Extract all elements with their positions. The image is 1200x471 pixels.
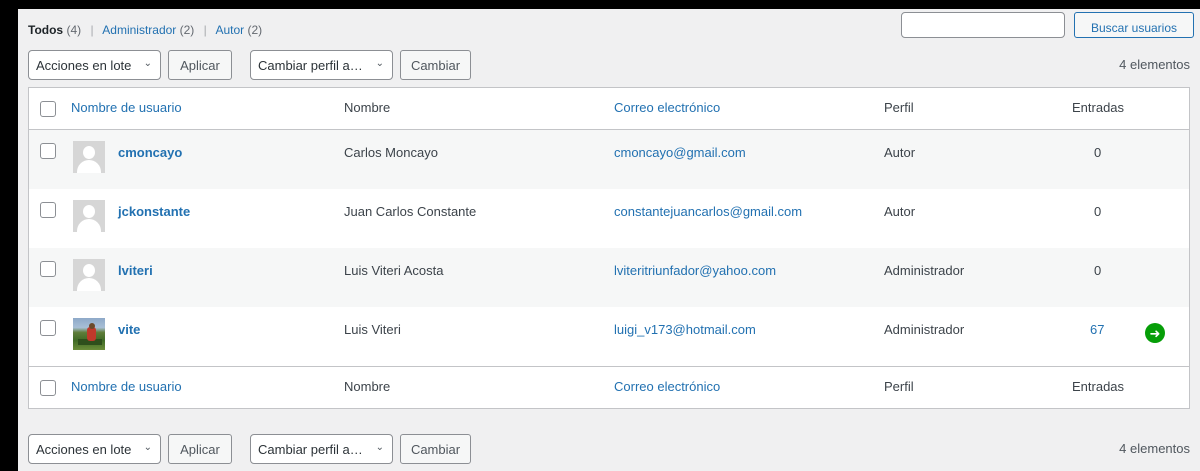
column-name: Nombre <box>344 379 391 394</box>
tablenav-top: Acciones en lote ⌄ Aplicar Cambiar perfi… <box>28 50 1190 80</box>
filter-author-count: (2) <box>247 23 263 37</box>
bulk-actions-label: Acciones en lote <box>36 57 132 73</box>
table-row: cmoncayo Carlos Moncayo cmoncayo@gmail.c… <box>29 130 1189 189</box>
column-posts: Entradas <box>1072 100 1125 115</box>
filter-administrator-count: (2) <box>179 23 195 37</box>
user-role: Administrador <box>884 322 965 337</box>
jetpack-bolt-icon[interactable]: ➜ <box>1145 323 1165 343</box>
tablenav-bottom: Acciones en lote ⌄ Aplicar Cambiar perfi… <box>28 434 1190 464</box>
change-role-label: Cambiar perfil a… <box>258 57 363 73</box>
user-email[interactable]: cmoncayo@gmail.com <box>614 145 746 160</box>
table-row: vite Luis Viteri luigi_v173@hotmail.com … <box>29 307 1189 366</box>
user-email[interactable]: constantejuancarlos@gmail.com <box>614 204 802 219</box>
filter-administrator[interactable]: Administrador <box>102 23 176 37</box>
items-count: 4 elementos <box>1119 57 1190 72</box>
avatar <box>73 318 105 350</box>
bulk-actions-select[interactable]: Acciones en lote ⌄ <box>28 50 161 80</box>
user-name: Luis Viteri Acosta <box>344 263 444 278</box>
filter-all-count: (4) <box>66 23 82 37</box>
filter-all[interactable]: Todos <box>28 23 63 37</box>
username-link[interactable]: vite <box>118 322 140 337</box>
filter-author[interactable]: Autor <box>215 23 244 37</box>
column-username[interactable]: Nombre de usuario <box>71 100 182 115</box>
chevron-down-icon: ⌄ <box>143 58 152 69</box>
bulk-actions-select[interactable]: Acciones en lote ⌄ <box>28 434 161 464</box>
row-checkbox[interactable] <box>40 143 56 159</box>
username-link[interactable]: jckonstante <box>118 204 190 219</box>
user-email[interactable]: lviteritriunfador@yahoo.com <box>614 263 776 278</box>
select-all-checkbox[interactable] <box>40 380 56 396</box>
table-row: lviteri Luis Viteri Acosta lviteritriunf… <box>29 248 1189 307</box>
search-users-button[interactable]: Buscar usuarios <box>1074 12 1194 38</box>
user-posts: 0 <box>1094 263 1102 278</box>
filter-separator: | <box>203 23 207 37</box>
user-posts: 0 <box>1094 204 1102 219</box>
users-table: Nombre de usuario Nombre Correo electrón… <box>28 87 1190 409</box>
user-name: Juan Carlos Constante <box>344 204 477 219</box>
user-email[interactable]: luigi_v173@hotmail.com <box>614 322 756 337</box>
user-name: Carlos Moncayo <box>344 145 438 160</box>
apply-button[interactable]: Aplicar <box>168 434 232 464</box>
avatar <box>73 259 105 291</box>
change-button[interactable]: Cambiar <box>400 434 471 464</box>
search-users-input[interactable] <box>901 12 1065 38</box>
row-checkbox[interactable] <box>40 320 56 336</box>
table-footer: Nombre de usuario Nombre Correo electrón… <box>29 366 1189 408</box>
select-all-checkbox[interactable] <box>40 101 56 117</box>
user-name: Luis Viteri <box>344 322 401 337</box>
avatar <box>73 141 105 173</box>
avatar <box>73 200 105 232</box>
apply-button[interactable]: Aplicar <box>168 50 232 80</box>
bulk-actions-label: Acciones en lote <box>36 441 132 457</box>
change-role-label: Cambiar perfil a… <box>258 441 363 457</box>
column-email[interactable]: Correo electrónico <box>614 379 720 394</box>
column-posts: Entradas <box>1072 379 1125 394</box>
chevron-down-icon: ⌄ <box>143 442 152 453</box>
username-link[interactable]: cmoncayo <box>118 145 182 160</box>
change-role-select[interactable]: Cambiar perfil a… ⌄ <box>250 434 393 464</box>
row-checkbox[interactable] <box>40 202 56 218</box>
column-role: Perfil <box>884 100 914 115</box>
user-role: Autor <box>884 145 916 160</box>
table-row: jckonstante Juan Carlos Constante consta… <box>29 189 1189 248</box>
role-filter-links: Todos (4) | Administrador (2) | Autor (2… <box>28 23 262 37</box>
column-email[interactable]: Correo electrónico <box>614 100 720 115</box>
chevron-down-icon: ⌄ <box>375 58 384 69</box>
column-name: Nombre <box>344 100 391 115</box>
column-role: Perfil <box>884 379 914 394</box>
filter-separator: | <box>90 23 94 37</box>
users-screen: Todos (4) | Administrador (2) | Autor (2… <box>18 9 1200 471</box>
user-posts-link[interactable]: 67 <box>1090 322 1104 337</box>
items-count: 4 elementos <box>1119 441 1190 456</box>
chevron-down-icon: ⌄ <box>375 442 384 453</box>
username-link[interactable]: lviteri <box>118 263 153 278</box>
change-role-select[interactable]: Cambiar perfil a… ⌄ <box>250 50 393 80</box>
user-role: Administrador <box>884 263 965 278</box>
change-button[interactable]: Cambiar <box>400 50 471 80</box>
user-role: Autor <box>884 204 916 219</box>
table-header: Nombre de usuario Nombre Correo electrón… <box>29 88 1189 130</box>
column-username[interactable]: Nombre de usuario <box>71 379 182 394</box>
user-posts: 0 <box>1094 145 1102 160</box>
row-checkbox[interactable] <box>40 261 56 277</box>
